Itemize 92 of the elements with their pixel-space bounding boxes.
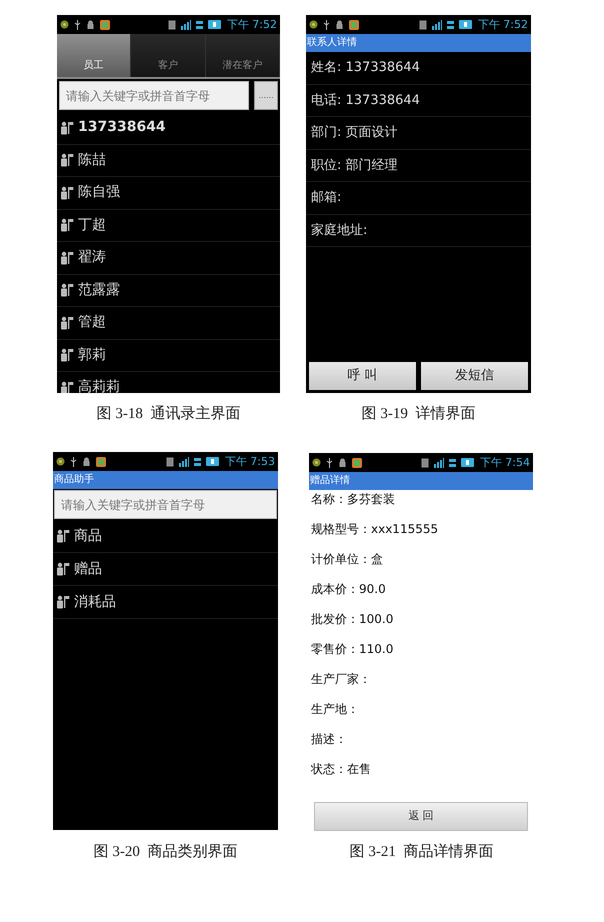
sim-icon xyxy=(166,456,174,466)
list-item[interactable]: 137338644 xyxy=(78,117,166,138)
status-time: 下午 7:53 xyxy=(224,456,275,467)
field-text: 生产厂家： xyxy=(311,671,371,688)
search-field[interactable]: 请输入关键字或拼音首字母 xyxy=(59,81,249,110)
field-text: 家庭地址: xyxy=(311,222,368,240)
circle-icon xyxy=(309,20,318,29)
search-button[interactable]: ...... xyxy=(254,81,278,110)
field-text: 名称：多芬套装 xyxy=(311,491,395,508)
android-icon xyxy=(335,20,344,30)
status-time: 下午 7:52 xyxy=(478,19,528,30)
list-item[interactable]: 陈喆 xyxy=(78,150,106,171)
list-item[interactable]: 赠品 xyxy=(74,558,102,580)
network-icon xyxy=(448,458,456,468)
person-flag-icon xyxy=(56,595,70,609)
tab[interactable]: 客户 xyxy=(131,34,206,77)
person-flag-icon xyxy=(56,562,70,576)
network-icon xyxy=(194,456,201,466)
list-item[interactable]: 消耗品 xyxy=(74,592,116,612)
person-flag-icon xyxy=(60,348,74,362)
list-item[interactable]: 丁超 xyxy=(78,214,106,236)
status-time: 下午 7:54 xyxy=(480,457,530,468)
field-text: 邮箱: xyxy=(311,189,342,207)
field-text: 电话: 137338644 xyxy=(311,92,420,110)
sim-icon xyxy=(418,20,427,30)
network-icon xyxy=(446,20,454,30)
signal-icon xyxy=(180,20,191,30)
person-flag-icon xyxy=(60,283,74,298)
gallery-icon xyxy=(349,20,359,30)
list-item[interactable]: 商品 xyxy=(74,526,102,546)
battery-icon xyxy=(460,458,475,467)
person-flag-icon xyxy=(60,120,74,135)
signal-icon xyxy=(178,456,189,466)
network-icon xyxy=(196,20,203,30)
screen-title: 商品助手 xyxy=(53,471,278,489)
field-text: 部门: 页面设计 xyxy=(311,124,398,142)
person-flag-icon xyxy=(60,186,74,200)
usb-icon xyxy=(326,458,333,468)
circle-icon xyxy=(312,458,321,467)
gallery-icon xyxy=(100,20,110,30)
figure-caption: 图 3-18 通讯录主界面 xyxy=(96,404,240,424)
screen-title: 赠品详情 xyxy=(309,472,533,490)
list-item[interactable]: 管超 xyxy=(78,312,106,334)
circle-icon xyxy=(60,20,69,29)
figure-caption: 图 3-20 商品类别界面 xyxy=(94,842,238,862)
list-item[interactable]: 郭莉 xyxy=(78,344,106,366)
battery-icon xyxy=(206,457,220,466)
tab[interactable]: 潜在客户 xyxy=(206,34,280,77)
search-field[interactable]: 请输入关键字或拼音首字母 xyxy=(54,490,277,519)
person-flag-icon xyxy=(60,218,74,232)
field-text: 生产地： xyxy=(311,701,359,718)
figure-caption: 图 3-19 详情界面 xyxy=(362,404,476,424)
field-text: 批发价：100.0 xyxy=(311,611,394,628)
field-text: 职位: 部门经理 xyxy=(311,156,398,174)
usb-icon xyxy=(74,20,81,30)
list-item[interactable]: 高莉莉 xyxy=(78,377,120,393)
person-flag-icon xyxy=(56,529,70,543)
screen-title: 联系人详情 xyxy=(306,34,531,52)
gallery-icon xyxy=(96,456,106,466)
person-flag-icon xyxy=(60,250,74,265)
list-item[interactable]: 范露露 xyxy=(78,280,120,301)
status-time: 下午 7:52 xyxy=(226,19,277,30)
android-icon xyxy=(82,456,91,466)
circle-icon xyxy=(56,457,65,466)
list-item[interactable]: 翟涛 xyxy=(78,247,106,268)
signal-icon xyxy=(432,20,442,30)
sim-icon xyxy=(168,20,176,30)
list-item[interactable]: 陈自强 xyxy=(78,182,120,204)
figure-caption: 图 3-21 商品详情界面 xyxy=(350,842,494,862)
person-flag-icon xyxy=(60,380,74,393)
usb-icon xyxy=(323,20,330,30)
android-icon xyxy=(338,458,347,468)
action-button[interactable]: 发短信 xyxy=(421,362,528,390)
field-text: 成本价：90.0 xyxy=(311,581,386,598)
field-text: 零售价：110.0 xyxy=(311,641,394,658)
field-text: 计价单位：盒 xyxy=(311,551,383,568)
battery-icon xyxy=(458,20,473,29)
signal-icon xyxy=(434,458,444,468)
android-icon xyxy=(86,20,95,30)
person-flag-icon xyxy=(60,153,74,168)
back-button[interactable]: 返 回 xyxy=(314,802,528,831)
field-text: 状态：在售 xyxy=(311,761,371,778)
tab[interactable]: 员工 xyxy=(57,34,132,77)
field-text: 描述： xyxy=(311,731,347,748)
battery-icon xyxy=(208,20,222,29)
usb-icon xyxy=(70,456,77,466)
person-flag-icon xyxy=(60,316,74,330)
sim-icon xyxy=(420,458,429,468)
field-text: 规格型号：xxx115555 xyxy=(311,521,438,538)
action-button[interactable]: 呼 叫 xyxy=(309,362,416,390)
field-text: 姓名: 137338644 xyxy=(311,59,420,77)
gallery-icon xyxy=(352,458,362,468)
